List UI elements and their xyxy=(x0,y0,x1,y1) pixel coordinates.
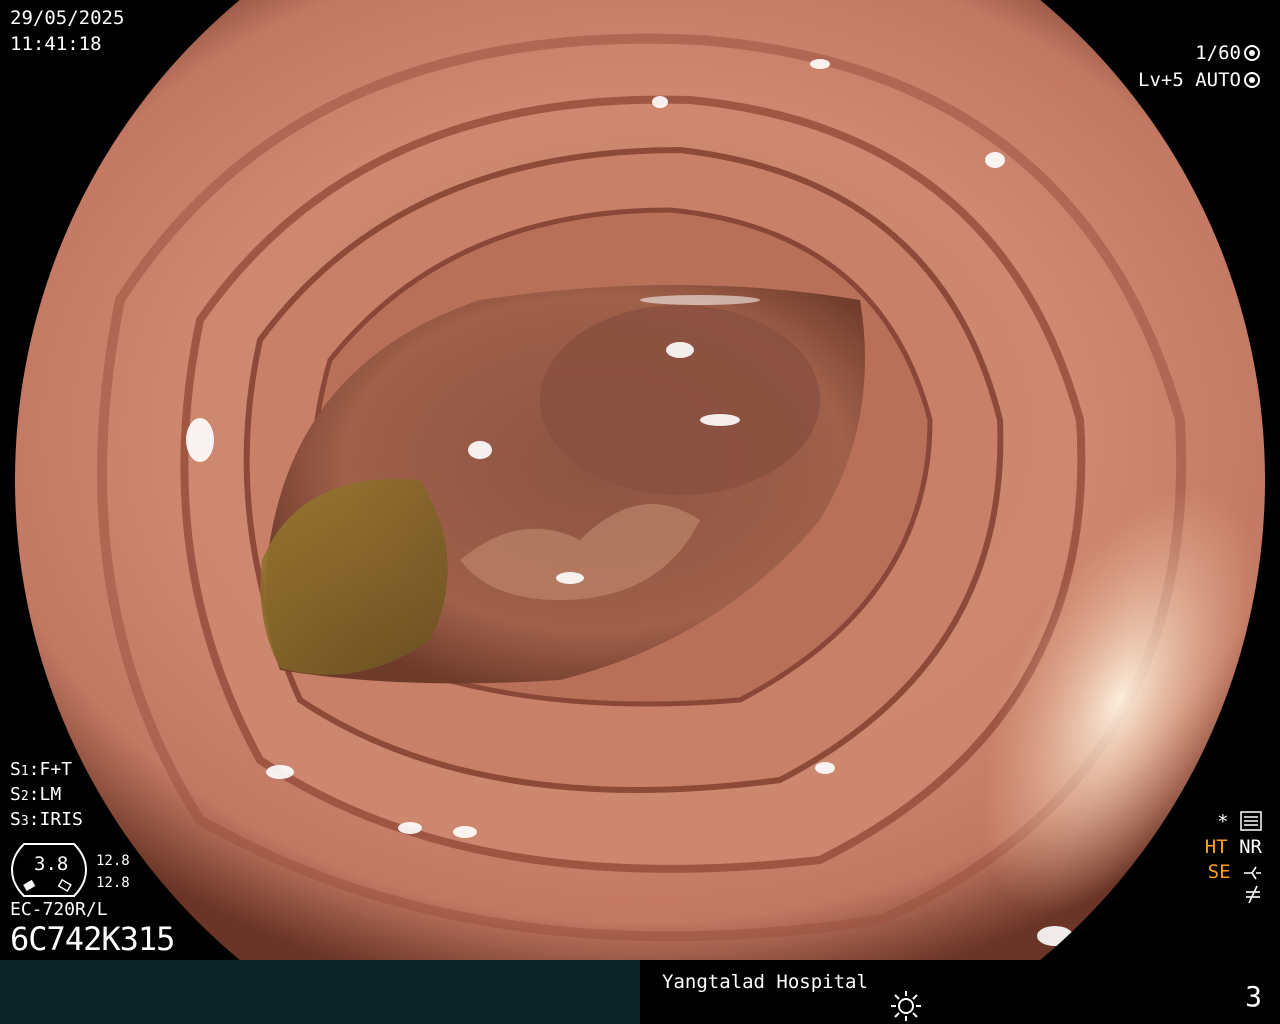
level-value: Lv+5 xyxy=(1138,69,1184,91)
scope-readout-top: 12.8 xyxy=(96,853,130,869)
settings-panel-icon xyxy=(1240,811,1262,831)
s2-value: :LM xyxy=(28,784,62,805)
s1-value: :F+T xyxy=(28,759,73,780)
ht-indicator: HT xyxy=(1204,836,1228,858)
date-readout: 29/05/2025 xyxy=(10,7,125,29)
se-indicator-row: SE xyxy=(1208,860,1262,884)
hospital-name: Yangtalad Hospital xyxy=(662,971,868,993)
freeze-indicator xyxy=(1244,884,1262,910)
s1-label: S xyxy=(10,759,21,780)
switch-1-setting: S1:F+T xyxy=(10,758,72,784)
nr-indicator: NR xyxy=(1239,836,1262,858)
s3-label: S xyxy=(10,809,21,830)
enhance-icon xyxy=(1244,866,1261,880)
s3-value: :IRIS xyxy=(28,809,83,830)
light-source-icon xyxy=(891,991,921,1021)
colon-lumen-illustration xyxy=(15,0,1265,960)
scope-serial: 6C742K315 xyxy=(10,920,175,958)
se-indicator: SE xyxy=(1207,861,1231,883)
capture-indicator: * xyxy=(1217,810,1262,834)
footer-left-panel xyxy=(0,960,640,1024)
endoscopic-image xyxy=(0,0,1280,960)
scope-dial-value: 3.8 xyxy=(34,853,69,875)
footer-bar xyxy=(0,960,1280,1024)
s2-sub: 2 xyxy=(20,789,29,804)
s3-sub: 3 xyxy=(20,814,29,829)
time-readout: 11:41:18 xyxy=(10,33,102,55)
iris-icon xyxy=(1244,72,1260,88)
not-equal-icon xyxy=(1246,885,1260,904)
shutter-speed-value: 1/60 xyxy=(1195,42,1241,64)
s1-sub: 1 xyxy=(20,764,29,779)
brightness-level: Lv+5 AUTO xyxy=(1138,68,1260,92)
star-indicator: * xyxy=(1217,811,1229,833)
shutter-icon xyxy=(1244,45,1260,61)
s2-label: S xyxy=(10,784,21,805)
scope-model: EC-720R/L xyxy=(10,899,108,920)
image-counter: 3 xyxy=(1245,980,1262,1013)
switch-2-setting: S2:LM xyxy=(10,783,61,809)
shutter-speed: 1/60 xyxy=(1195,41,1260,65)
scope-readout-bottom: 12.8 xyxy=(96,875,130,891)
switch-3-setting: S3:IRIS xyxy=(10,808,83,834)
ht-nr-indicator: HT NR xyxy=(1205,835,1262,859)
iris-mode-value: AUTO xyxy=(1195,69,1241,91)
